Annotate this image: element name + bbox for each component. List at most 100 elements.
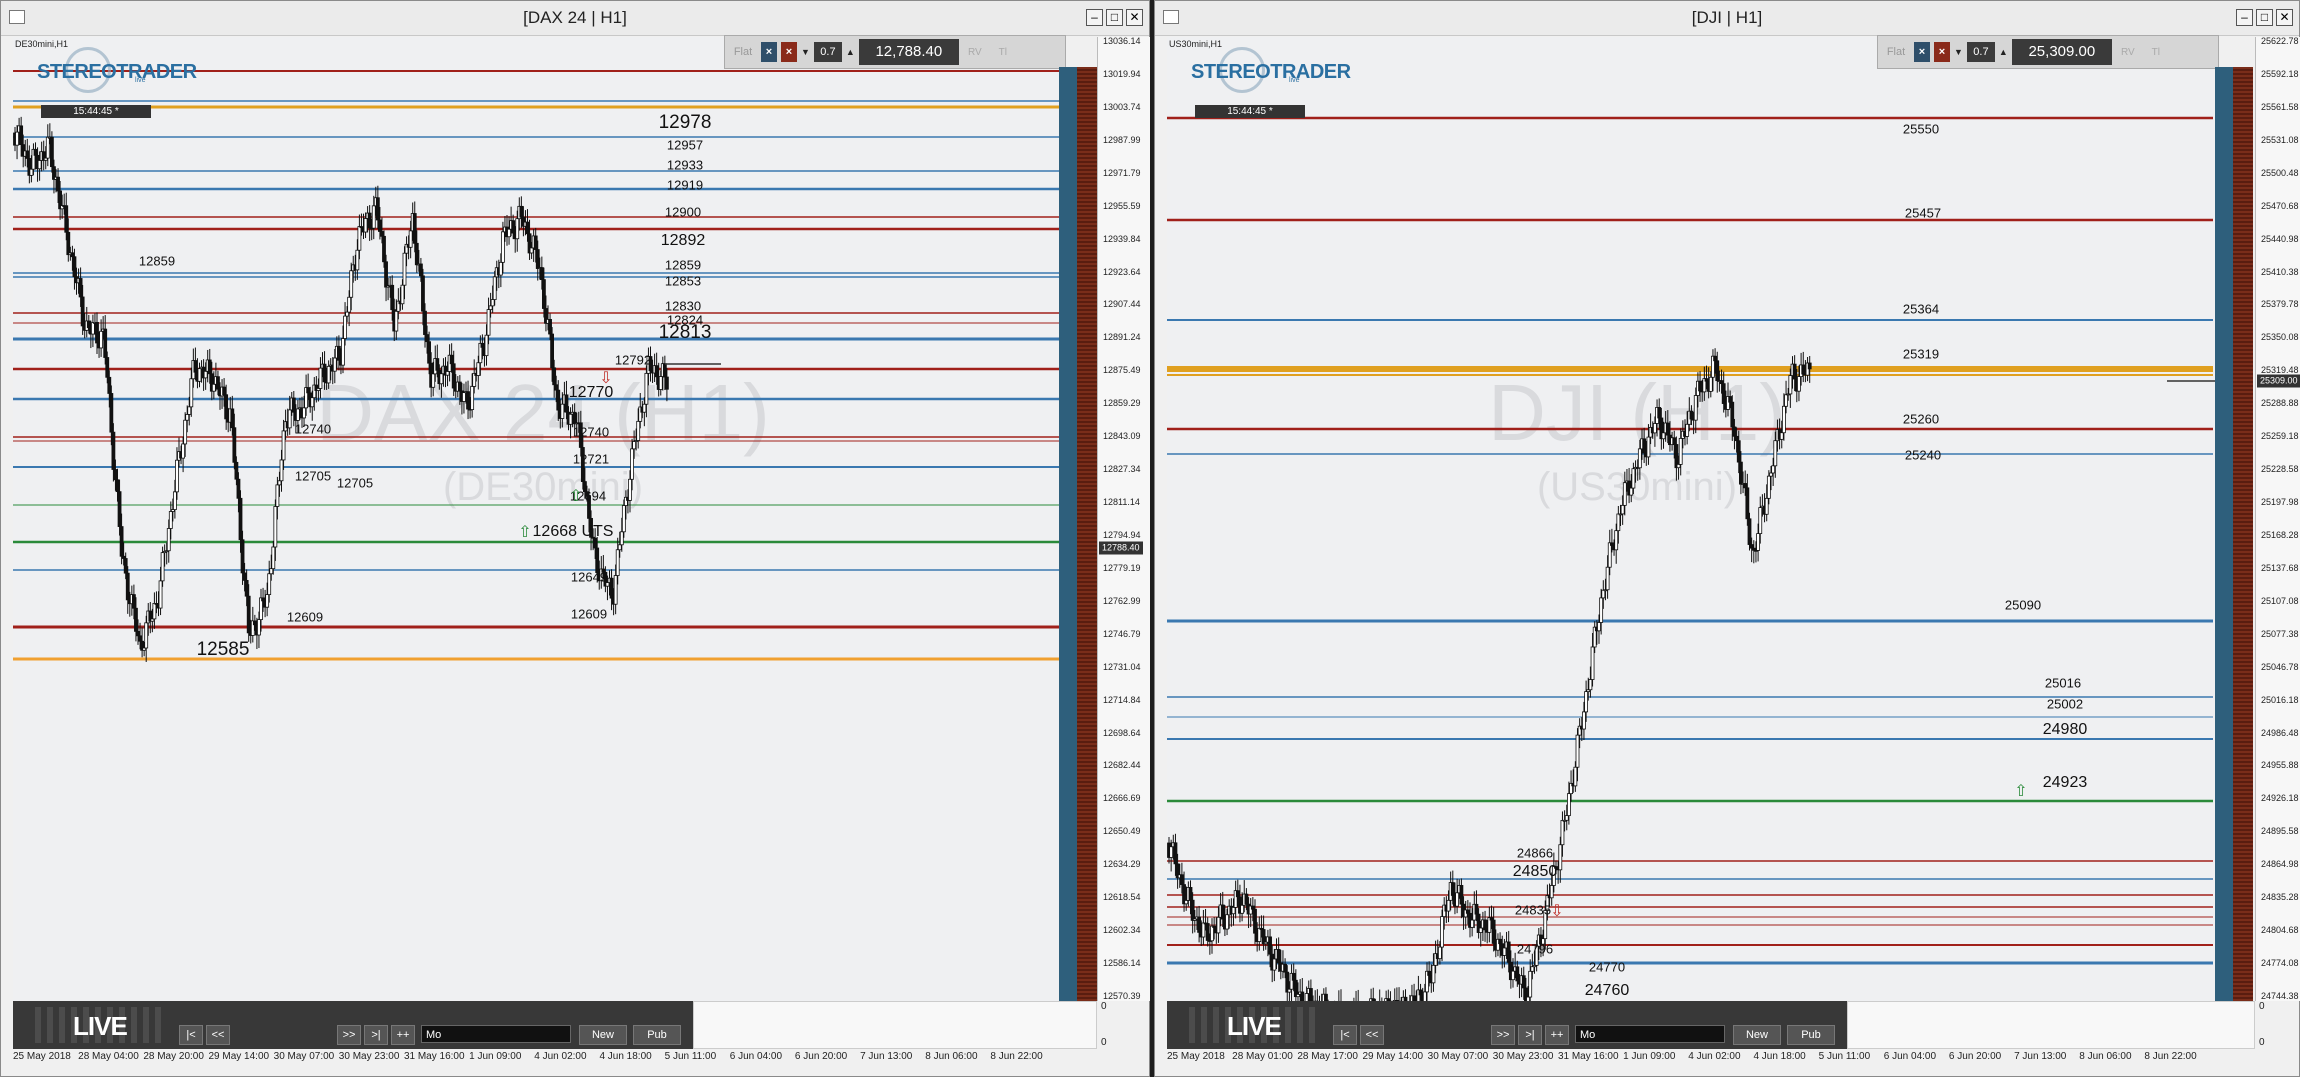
candle-body xyxy=(1483,919,1487,931)
candle-body xyxy=(1730,401,1735,428)
tl-button[interactable]: Tl xyxy=(991,47,1015,58)
go-last-button[interactable]: >| xyxy=(1518,1025,1542,1045)
level-label: 24923 xyxy=(2042,774,2088,791)
price-axis[interactable]: 25622.78 25592.18 25561.58 25531.08 25500.48… xyxy=(2255,36,2300,1001)
indicator-pane[interactable] xyxy=(693,1001,1097,1049)
level-label: 24866 xyxy=(1516,845,1554,861)
candle-body xyxy=(488,305,493,310)
price-tick: 12875.49 xyxy=(1103,365,1141,376)
close-button[interactable]: ✕ xyxy=(1126,9,1143,26)
candle-body xyxy=(197,368,202,382)
rv-button[interactable]: RV xyxy=(963,47,987,58)
flat-button[interactable]: Flat xyxy=(729,46,757,58)
price-chart-area[interactable]: DJI (H1) (US30mini) 25550 25457 25364 25319… xyxy=(1167,37,2215,1001)
candle-body xyxy=(19,125,24,146)
new-button[interactable]: New xyxy=(579,1025,627,1045)
flat-button[interactable]: Flat xyxy=(1882,46,1910,58)
candle-body xyxy=(152,602,157,620)
down-arrow-icon: ⇩ xyxy=(599,370,613,387)
candle-body xyxy=(498,261,503,276)
time-label: 1 Jun 09:00 xyxy=(469,1051,522,1062)
titlebar[interactable]: [DJI | H1] – □ ✕ xyxy=(1155,1,2299,36)
candle-body xyxy=(445,371,450,376)
candle-body xyxy=(1773,440,1778,467)
indicator-pane[interactable] xyxy=(1847,1001,2255,1049)
candle-body xyxy=(542,279,546,309)
candle-body xyxy=(183,419,188,445)
candle-body xyxy=(269,568,274,575)
go-prev-button[interactable]: << xyxy=(1360,1025,1384,1045)
candle-body xyxy=(533,235,538,250)
order-book-strip[interactable] xyxy=(1059,67,1097,1001)
titlebar[interactable]: [DAX 24 | H1] – □ ✕ xyxy=(1,1,1149,36)
current-price-tag: 12788.40 xyxy=(1099,541,1143,555)
go-next-button[interactable]: >> xyxy=(337,1025,361,1045)
candle-body xyxy=(1437,946,1442,960)
close-button[interactable]: ✕ xyxy=(2276,9,2293,26)
add-button[interactable]: ++ xyxy=(391,1025,415,1045)
candle-body xyxy=(111,431,116,470)
candle-body xyxy=(621,505,626,533)
close-long-button[interactable]: × xyxy=(1914,42,1930,62)
order-book-strip[interactable] xyxy=(2215,67,2253,1001)
level-label: 25319 xyxy=(1902,346,1940,362)
price-axis[interactable]: 13036.14 13019.94 13003.74 12987.99 12971.79… xyxy=(1097,36,1150,1001)
candle-body xyxy=(1197,916,1202,933)
publish-button[interactable]: Pub xyxy=(1787,1025,1835,1045)
candle-body xyxy=(273,506,278,548)
candle-body xyxy=(1685,423,1690,437)
chevron-up-icon[interactable]: ▲ xyxy=(1999,47,2008,57)
price-tick: 12650.49 xyxy=(1103,826,1141,837)
candle-body xyxy=(166,528,171,552)
candle-body xyxy=(347,296,352,313)
go-first-button[interactable]: |< xyxy=(1333,1025,1357,1045)
level-label: 12830 xyxy=(664,298,702,314)
close-short-button[interactable]: × xyxy=(781,42,797,62)
level-label: 12649 xyxy=(570,569,608,585)
candle-body xyxy=(1661,432,1666,440)
lot-size-field[interactable]: 0.7 xyxy=(813,42,842,62)
candle-body xyxy=(1769,472,1773,477)
add-button[interactable]: ++ xyxy=(1545,1025,1569,1045)
candle-body xyxy=(1599,597,1604,623)
publish-button[interactable]: Pub xyxy=(633,1025,681,1045)
dji-chart-window[interactable]: [DJI | H1] – □ ✕ DJI (H1) (US30mini) 255… xyxy=(1154,0,2300,1077)
candle-body xyxy=(1474,903,1479,915)
level-label: 12668 UTS xyxy=(532,523,614,540)
tl-button[interactable]: Tl xyxy=(2144,47,2168,58)
level-label: 25457 xyxy=(1904,205,1942,221)
price-tick: 24864.98 xyxy=(2261,859,2299,870)
go-last-button[interactable]: >| xyxy=(364,1025,388,1045)
candle-body xyxy=(1300,991,1305,1001)
mode-input[interactable]: Mo xyxy=(1575,1025,1725,1043)
candle-body xyxy=(1240,904,1244,914)
lot-size-field[interactable]: 0.7 xyxy=(1966,42,1995,62)
rv-button[interactable]: RV xyxy=(2116,47,2140,58)
chevron-up-icon[interactable]: ▲ xyxy=(846,47,855,57)
candle-body xyxy=(1708,376,1713,392)
go-prev-button[interactable]: << xyxy=(206,1025,230,1045)
candle-body xyxy=(45,136,50,159)
minimize-button[interactable]: – xyxy=(2236,9,2253,26)
new-button[interactable]: New xyxy=(1733,1025,1781,1045)
candle-body xyxy=(1225,914,1229,930)
candle-body xyxy=(408,230,413,248)
candle-body xyxy=(1276,949,1281,964)
maximize-button[interactable]: □ xyxy=(1106,9,1123,26)
close-short-button[interactable]: × xyxy=(1934,42,1950,62)
candle-body xyxy=(1549,885,1554,899)
indicator-axis-label: 0 xyxy=(1101,1001,1107,1012)
chevron-down-icon[interactable]: ▼ xyxy=(801,47,810,57)
close-long-button[interactable]: × xyxy=(761,42,777,62)
go-next-button[interactable]: >> xyxy=(1491,1025,1515,1045)
level-label: 12900 xyxy=(664,204,702,220)
chevron-down-icon[interactable]: ▼ xyxy=(1954,47,1963,57)
minimize-button[interactable]: – xyxy=(1086,9,1103,26)
go-first-button[interactable]: |< xyxy=(179,1025,203,1045)
maximize-button[interactable]: □ xyxy=(2256,9,2273,26)
dax-chart-window[interactable]: [DAX 24 | H1] – □ ✕ DAX 24 (H1) (DE30min… xyxy=(0,0,1150,1077)
mode-input[interactable]: Mo xyxy=(421,1025,571,1043)
price-tick: 12714.84 xyxy=(1103,694,1141,705)
candle-body xyxy=(1788,375,1793,395)
price-chart-area[interactable]: DAX 24 (H1) (DE30mini) 12978 12957 12933 12… xyxy=(13,37,1059,1001)
